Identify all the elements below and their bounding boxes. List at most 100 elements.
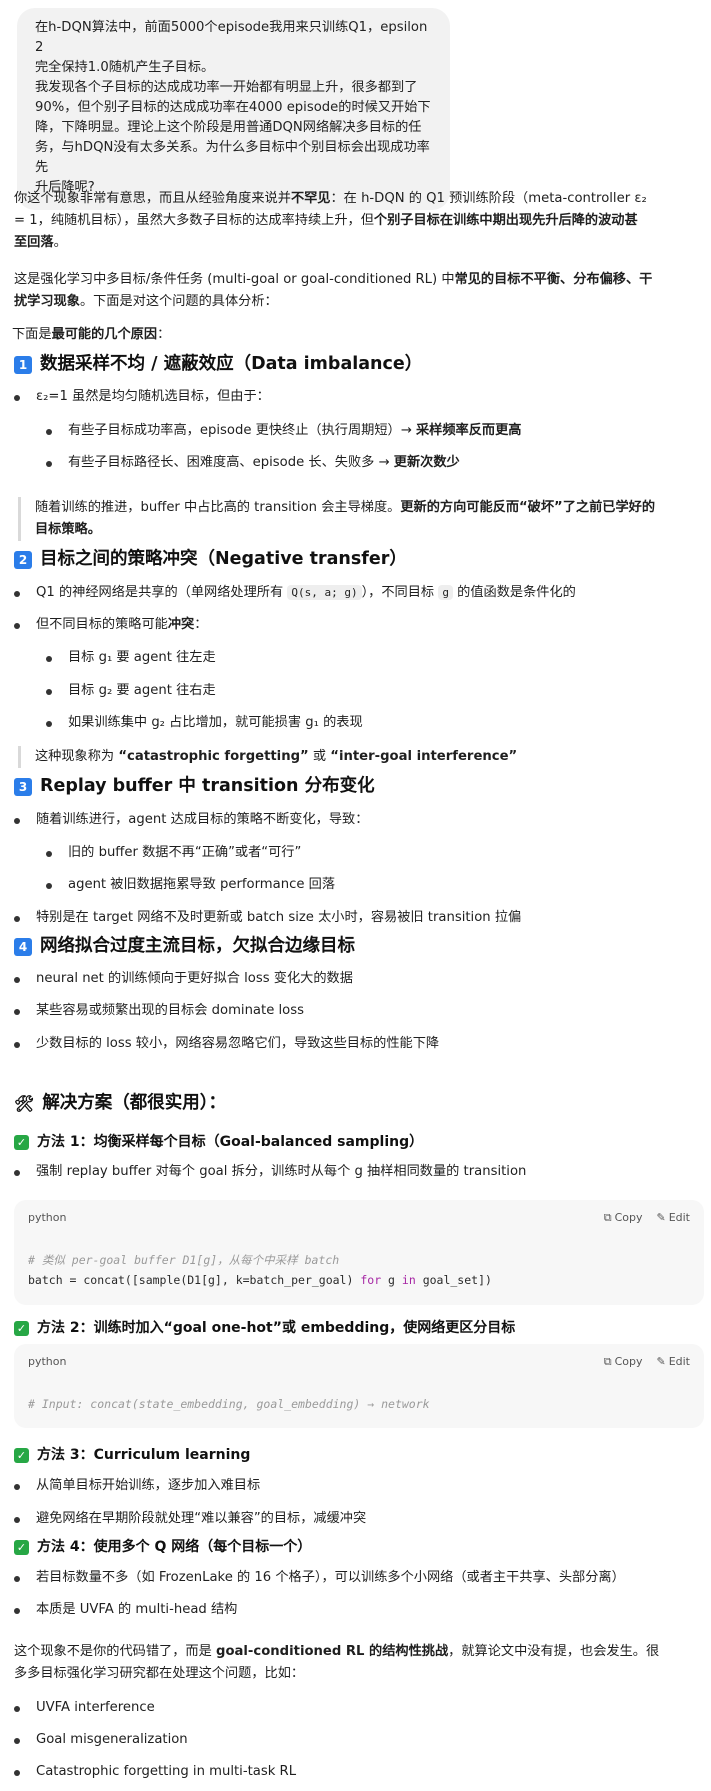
bullet-icon xyxy=(46,689,52,695)
code-actions: ⧉ Copy ✎ Edit xyxy=(604,1354,690,1370)
text: neural net 的训练倾向于更好拟合 loss 变化大的数据 xyxy=(36,971,353,986)
text: ε₂=1 虽然是均匀随机选目标，但由于： xyxy=(36,389,270,404)
text: 你这个现象非常有意思，而且从经验角度来说并 xyxy=(14,191,291,206)
copy-button[interactable]: ⧉ Copy xyxy=(604,1354,643,1370)
text: 旧的 buffer 数据不再“正确”或者“可行” xyxy=(68,845,302,860)
list-item: neural net 的训练倾向于更好拟合 loss 变化大的数据 xyxy=(14,969,704,988)
bullet-icon xyxy=(14,1738,20,1744)
bullet-icon xyxy=(14,1576,20,1582)
edit-button[interactable]: ✎ Edit xyxy=(656,1354,690,1370)
user-message-line: 务，与hDQN没有太多关系。为什么多目标中个别目标会出现成功率先 xyxy=(35,140,430,175)
list-item: Goal misgeneralization xyxy=(14,1730,704,1749)
text: goal-conditioned RL 的结构性挑战 xyxy=(216,1644,449,1659)
text: Goal misgeneralization xyxy=(36,1732,188,1747)
conclusion-paragraph: 这个现象不是你的代码错了，而是 goal-conditioned RL 的结构性… xyxy=(14,1641,704,1685)
blockquote: 随着训练的推进，buffer 中占比高的 transition 会主导梯度。更新… xyxy=(18,497,711,541)
intro-paragraph-1: 你这个现象非常有意思，而且从经验角度来说并不罕见：在 h-DQN 的 Q1 预训… xyxy=(14,188,704,254)
check-icon: ✓ xyxy=(14,1447,29,1463)
text: ： xyxy=(157,327,171,342)
text: 扰学习现象 xyxy=(14,294,80,309)
text: 特别是在 target 网络不及时更新或 batch size 太小时，容易被旧… xyxy=(36,910,522,925)
text: = 1，纯随机目标），虽然大多数子目标的达成率持续上升，但 xyxy=(14,213,374,228)
section-title: 目标之间的策略冲突（Negative transfer） xyxy=(40,549,407,569)
bullet-icon xyxy=(14,1009,20,1015)
edit-label: Edit xyxy=(668,1355,690,1368)
number-2-icon: 2 xyxy=(14,550,32,569)
text: agent 被旧数据拖累导致 performance 回落 xyxy=(68,877,336,892)
bullet-icon xyxy=(14,916,20,922)
text: 下面是 xyxy=(12,327,52,342)
check-icon: ✓ xyxy=(14,1134,29,1150)
method-1-heading: ✓ 方法 1：均衡采样每个目标（Goal-balanced sampling） xyxy=(14,1132,704,1152)
code-content: # Input: concat(state_embedding, goal_em… xyxy=(28,1394,430,1414)
bullet-icon xyxy=(14,1706,20,1712)
bullet-icon xyxy=(46,461,52,467)
bullet-icon xyxy=(14,1170,20,1176)
code-block: python ⧉ Copy ✎ Edit # 类似 per-goal buffer … xyxy=(14,1200,704,1305)
text: 多多目标强化学习研究都在处理这个问题，比如： xyxy=(14,1666,305,1681)
text: 这是强化学习中多目标/条件任务 (multi-goal or goal-cond… xyxy=(14,272,455,287)
text: 冲突 xyxy=(167,617,195,632)
code-keyword: in xyxy=(401,1273,416,1287)
method-title: 方法 2：训练时加入“goal one-hot”或 embedding，使网络更… xyxy=(37,1320,516,1336)
method-4-heading: ✓ 方法 4：使用多个 Q 网络（每个目标一个） xyxy=(14,1537,704,1557)
code-actions: ⧉ Copy ✎ Edit xyxy=(604,1210,690,1226)
text: 目标 g₁ 要 agent 往左走 xyxy=(68,650,216,665)
bullet-icon xyxy=(14,591,20,597)
edit-label: Edit xyxy=(668,1211,690,1224)
copy-label: Copy xyxy=(614,1211,643,1224)
list-item: 避免网络在早期阶段就处理“难以兼容”的目标，减缓冲突 xyxy=(14,1509,704,1528)
text: 最可能的几个原因 xyxy=(51,327,158,342)
bullet-icon xyxy=(14,818,20,824)
list-item: Q1 的神经网络是共享的（单网络处理所有 Q(s, a; g) ），不同目标 g … xyxy=(14,583,704,602)
bullet-icon xyxy=(14,977,20,983)
copy-button[interactable]: ⧉ Copy xyxy=(604,1210,643,1226)
text: ： xyxy=(194,617,208,632)
bullet-icon xyxy=(46,851,52,857)
code-text: batch = concat([sample(D1[g], k=batch_pe… xyxy=(28,1273,361,1287)
intro-paragraph-3: 下面是最可能的几个原因： xyxy=(12,324,702,346)
code-content: # 类似 per-goal buffer D1[g]，从每个中采样 batch … xyxy=(28,1250,492,1290)
intro-paragraph-2: 这是强化学习中多目标/条件任务 (multi-goal or goal-cond… xyxy=(14,269,704,313)
text: 这种现象称为 xyxy=(35,749,119,764)
edit-button[interactable]: ✎ Edit xyxy=(656,1210,690,1226)
text: 至回落 xyxy=(14,235,54,250)
bullet-icon xyxy=(14,1484,20,1490)
text: 这个现象不是你的代码错了，而是 xyxy=(14,1644,217,1659)
list-item: 若目标数量不多（如 FrozenLake 的 16 个格子），可以训练多个小网络… xyxy=(14,1568,704,1587)
text: 如果训练集中 g₂ 占比增加，就可能损害 g₁ 的表现 xyxy=(68,715,363,730)
list-item: 特别是在 target 网络不及时更新或 batch size 太小时，容易被旧… xyxy=(14,908,704,927)
section-title: 数据采样不均 / 遮蔽效应（Data imbalance） xyxy=(40,354,423,374)
code-comment: # 类似 per-goal buffer D1[g]，从每个中采样 batch xyxy=(28,1253,340,1267)
blockquote: 这种现象称为 “catastrophic forgetting” 或 “inte… xyxy=(18,746,711,768)
section-3-heading: 3 Replay buffer 中 transition 分布变化 xyxy=(14,774,704,799)
section-title: Replay buffer 中 transition 分布变化 xyxy=(40,776,375,796)
text: 的值函数是条件化的 xyxy=(457,585,576,600)
text: 目标策略。 xyxy=(35,522,101,537)
list-item: 但不同目标的策略可能冲突： xyxy=(14,615,704,634)
list-item: 目标 g₁ 要 agent 往左走 xyxy=(46,648,711,667)
method-2-heading: ✓ 方法 2：训练时加入“goal one-hot”或 embedding，使网… xyxy=(14,1318,704,1338)
inline-code: Q(s, a; g) xyxy=(287,585,362,600)
bullet-icon xyxy=(14,1770,20,1776)
list-item: ε₂=1 虽然是均匀随机选目标，但由于： xyxy=(14,387,704,406)
text: 避免网络在早期阶段就处理“难以兼容”的目标，减缓冲突 xyxy=(36,1511,367,1526)
text: 从简单目标开始训练，逐步加入难目标 xyxy=(36,1478,261,1493)
list-item: 目标 g₂ 要 agent 往右走 xyxy=(46,681,711,700)
method-title: 方法 1：均衡采样每个目标（Goal-balanced sampling） xyxy=(37,1134,424,1150)
bullet-icon xyxy=(14,1517,20,1523)
copy-icon: ⧉ xyxy=(603,1355,612,1368)
list-item: 本质是 UVFA 的 multi-head 结构 xyxy=(14,1600,704,1619)
list-item: 有些子目标路径长、困难度高、episode 长、失败多 → 更新次数少 xyxy=(46,453,711,472)
method-3-heading: ✓ 方法 3：Curriculum learning xyxy=(14,1445,704,1465)
text: ：在 h-DQN 的 Q1 预训练阶段（meta-controller ε₂ xyxy=(330,191,647,206)
text: 。 xyxy=(53,235,67,250)
user-message-line: 降，下降明显。理论上这个阶段是用普通DQN网络解决多目标的任 xyxy=(35,120,422,135)
text: Q1 的神经网络是共享的（单网络处理所有 xyxy=(36,585,284,600)
text: 。下面是对这个问题的具体分析： xyxy=(79,294,278,309)
section-2-heading: 2 目标之间的策略冲突（Negative transfer） xyxy=(14,547,704,572)
text: ，就算论文中没有提，也会发生。很 xyxy=(448,1644,660,1659)
tools-icon: 🛠 xyxy=(14,1094,35,1114)
list-item: 强制 replay buffer 对每个 goal 拆分，训练时从每个 g 抽样… xyxy=(14,1162,704,1181)
list-item: Catastrophic forgetting in multi-task RL xyxy=(14,1762,704,1781)
